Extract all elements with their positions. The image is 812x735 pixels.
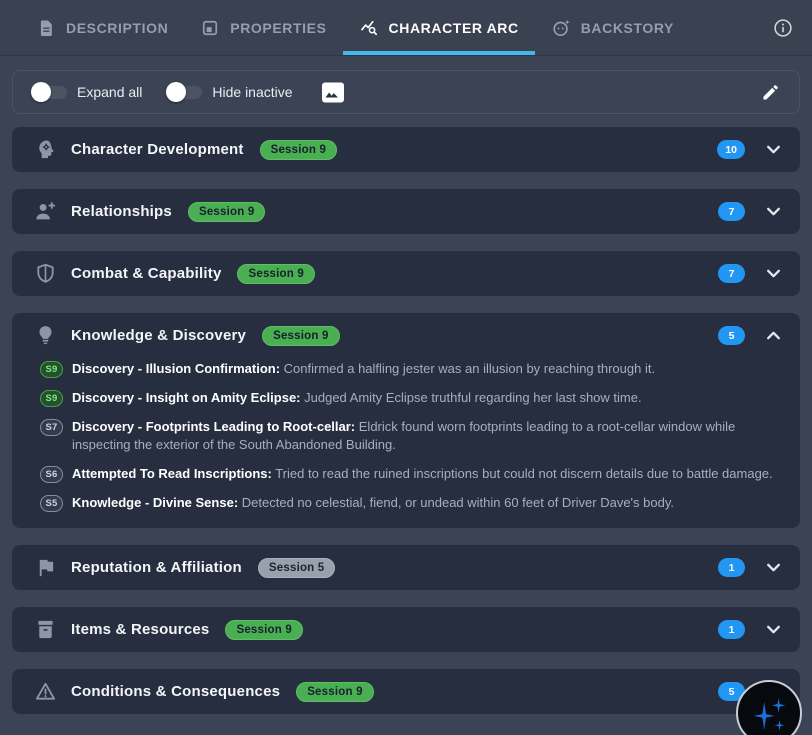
list-item: S7 Discovery - Footprints Leading to Roo…: [40, 418, 778, 454]
hide-inactive-label: Hide inactive: [212, 84, 292, 100]
pencil-icon[interactable]: [761, 82, 781, 102]
table-icon: [200, 18, 220, 38]
tab-character-arc[interactable]: CHARACTER ARC: [343, 0, 535, 55]
tab-label: BACKSTORY: [581, 20, 674, 36]
query-stats-icon: [359, 18, 379, 38]
toggle-thumb: [31, 82, 51, 102]
section-header[interactable]: Combat & Capability Session 9 7: [12, 251, 800, 296]
section-reputation-affiliation: Reputation & Affiliation Session 5 1: [12, 545, 800, 590]
section-title: Character Development: [71, 141, 244, 158]
section-items-resources: Items & Resources Session 9 1: [12, 607, 800, 652]
inventory-icon: [34, 618, 57, 641]
session-pill: Session 9: [262, 326, 340, 346]
section-title: Knowledge & Discovery: [71, 327, 246, 344]
session-pill: Session 9: [225, 620, 303, 640]
chevron-down-icon: [765, 265, 782, 282]
image-icon[interactable]: [321, 82, 345, 103]
entry-text: Attempted To Read Inscriptions: Tried to…: [72, 465, 773, 483]
list-item: S9 Discovery - Insight on Amity Eclipse:…: [40, 389, 778, 407]
entry-text: Discovery - Footprints Leading to Root-c…: [72, 418, 778, 454]
count-badge: 5: [718, 326, 745, 345]
section-title: Relationships: [71, 203, 172, 220]
tab-label: PROPERTIES: [230, 20, 326, 36]
session-badge: S9: [40, 390, 63, 407]
count-badge: 10: [717, 140, 745, 159]
section-conditions-consequences: Conditions & Consequences Session 9 5: [12, 669, 800, 714]
list-item: S5 Knowledge - Divine Sense: Detected no…: [40, 494, 778, 512]
lightbulb-icon: [34, 324, 57, 347]
session-pill: Session 9: [237, 264, 315, 284]
tab-label: CHARACTER ARC: [389, 20, 519, 36]
ai-sparkles-icon: [746, 690, 792, 735]
warning-icon: [34, 680, 57, 703]
section-title: Reputation & Affiliation: [71, 559, 242, 576]
tab-backstory[interactable]: BACKSTORY: [535, 0, 690, 55]
section-relationships: Relationships Session 9 7: [12, 189, 800, 234]
count-badge: 1: [718, 558, 745, 577]
list-item: S6 Attempted To Read Inscriptions: Tried…: [40, 465, 778, 483]
toggle-thumb: [166, 82, 186, 102]
section-combat-capability: Combat & Capability Session 9 7: [12, 251, 800, 296]
session-badge: S9: [40, 361, 63, 378]
tabbar-spacer: [690, 0, 772, 55]
section-header[interactable]: Character Development Session 9 10: [12, 127, 800, 172]
view-controls-bar: Expand all Hide inactive: [12, 70, 800, 114]
count-badge: 7: [718, 264, 745, 283]
section-title: Items & Resources: [71, 621, 209, 638]
session-badge: S7: [40, 419, 63, 436]
section-header[interactable]: Knowledge & Discovery Session 9 5: [12, 313, 800, 358]
section-header[interactable]: Reputation & Affiliation Session 5 1: [12, 545, 800, 590]
session-pill: Session 5: [258, 558, 336, 578]
section-knowledge-discovery: Knowledge & Discovery Session 9 5 S9 Dis…: [12, 313, 800, 528]
session-pill: Session 9: [188, 202, 266, 222]
entry-text: Knowledge - Divine Sense: Detected no ce…: [72, 494, 674, 512]
entry-list: S9 Discovery - Illusion Confirmation: Co…: [12, 358, 800, 528]
shield-icon: [34, 262, 57, 285]
chevron-down-icon: [765, 621, 782, 638]
chevron-down-icon: [765, 203, 782, 220]
count-badge: 1: [718, 620, 745, 639]
count-badge: 7: [718, 202, 745, 221]
chevron-up-icon: [765, 327, 782, 344]
section-title: Combat & Capability: [71, 265, 221, 282]
entry-text: Discovery - Illusion Confirmation: Confi…: [72, 360, 655, 378]
chevron-down-icon: [765, 559, 782, 576]
session-pill: Session 9: [260, 140, 338, 160]
person-add-icon: [34, 200, 57, 223]
expand-all-toggle[interactable]: [31, 82, 67, 102]
tab-description[interactable]: DESCRIPTION: [20, 0, 184, 55]
info-icon[interactable]: [772, 17, 794, 39]
section-header[interactable]: Relationships Session 9 7: [12, 189, 800, 234]
tab-properties[interactable]: PROPERTIES: [184, 0, 342, 55]
expand-all-label: Expand all: [77, 84, 142, 100]
tab-bar: DESCRIPTION PROPERTIES CHARACTER ARC BAC…: [0, 0, 812, 56]
session-pill: Session 9: [296, 682, 374, 702]
face-history-icon: [551, 18, 571, 38]
list-item: S9 Discovery - Illusion Confirmation: Co…: [40, 360, 778, 378]
document-icon: [36, 18, 56, 38]
session-badge: S6: [40, 466, 63, 483]
tab-label: DESCRIPTION: [66, 20, 168, 36]
flag-icon: [34, 556, 57, 579]
section-header[interactable]: Items & Resources Session 9 1: [12, 607, 800, 652]
hide-inactive-toggle[interactable]: [166, 82, 202, 102]
section-title: Conditions & Consequences: [71, 683, 280, 700]
section-character-development: Character Development Session 9 10: [12, 127, 800, 172]
session-badge: S5: [40, 495, 63, 512]
section-header[interactable]: Conditions & Consequences Session 9 5: [12, 669, 800, 714]
psychology-icon: [34, 138, 57, 161]
chevron-down-icon: [765, 141, 782, 158]
entry-text: Discovery - Insight on Amity Eclipse: Ju…: [72, 389, 642, 407]
